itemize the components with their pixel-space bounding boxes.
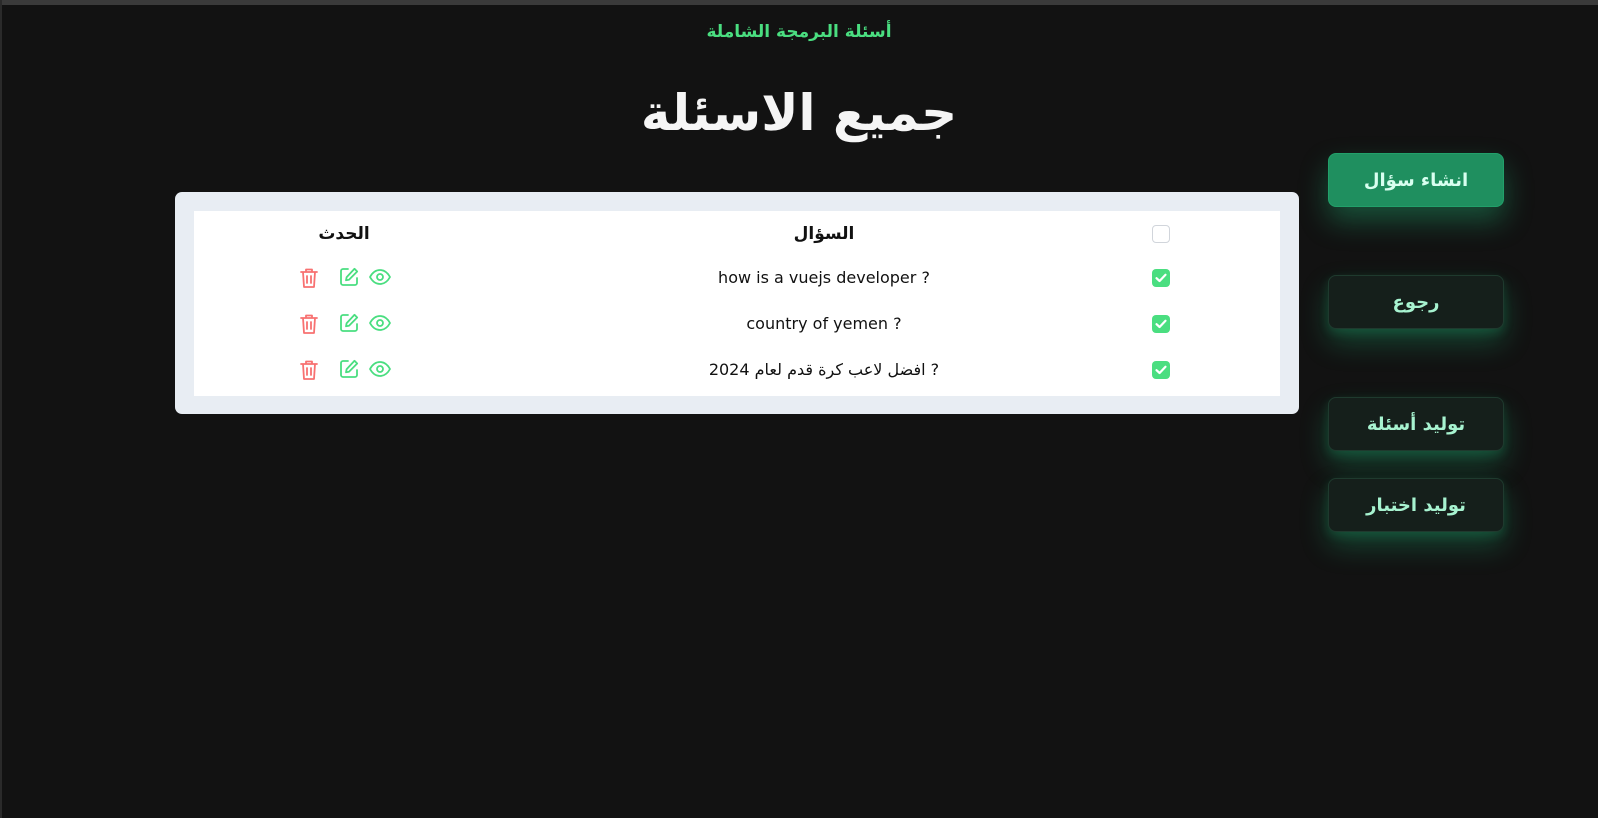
back-button[interactable]: رجوع <box>1328 275 1504 329</box>
row-checkbox[interactable] <box>1152 269 1170 287</box>
table-row: افضل لاعب كرة قدم لعام 2024 ? <box>194 347 1280 393</box>
table-header-row: السؤال الحدث <box>194 211 1280 257</box>
question-text: how is a vuejs developer ? <box>718 268 930 287</box>
row-checkbox[interactable] <box>1152 315 1170 333</box>
delete-icon[interactable] <box>298 266 322 290</box>
generate-test-button[interactable]: توليد اختبار <box>1328 478 1504 532</box>
column-header-action: الحدث <box>318 224 370 244</box>
generate-questions-button[interactable]: توليد أسئلة <box>1328 397 1504 451</box>
eye-icon[interactable] <box>368 358 392 382</box>
row-actions <box>298 358 408 382</box>
question-text: country of yemen ? <box>746 314 902 333</box>
window-top-border <box>0 0 1598 5</box>
row-checkbox[interactable] <box>1152 361 1170 379</box>
questions-table: السؤال الحدث how is a vuejs developer ? <box>194 211 1280 396</box>
delete-icon[interactable] <box>298 358 322 382</box>
page-title: جميع الاسئلة <box>640 84 958 142</box>
table-row: country of yemen ? <box>194 301 1280 347</box>
row-actions <box>298 312 408 336</box>
column-header-question: السؤال <box>793 224 855 244</box>
site-title[interactable]: أسئلة البرمجة الشاملة <box>0 22 1598 42</box>
delete-icon[interactable] <box>298 312 322 336</box>
eye-icon[interactable] <box>368 266 392 290</box>
edit-icon[interactable] <box>338 266 362 290</box>
table-row: how is a vuejs developer ? <box>194 255 1280 301</box>
row-actions <box>298 266 408 290</box>
select-all-checkbox[interactable] <box>1152 225 1170 243</box>
create-question-button[interactable]: انشاء سؤال <box>1328 153 1504 207</box>
questions-table-card: السؤال الحدث how is a vuejs developer ? <box>175 192 1299 414</box>
edit-icon[interactable] <box>338 358 362 382</box>
edit-icon[interactable] <box>338 312 362 336</box>
eye-icon[interactable] <box>368 312 392 336</box>
question-text: افضل لاعب كرة قدم لعام 2024 ? <box>708 360 940 379</box>
